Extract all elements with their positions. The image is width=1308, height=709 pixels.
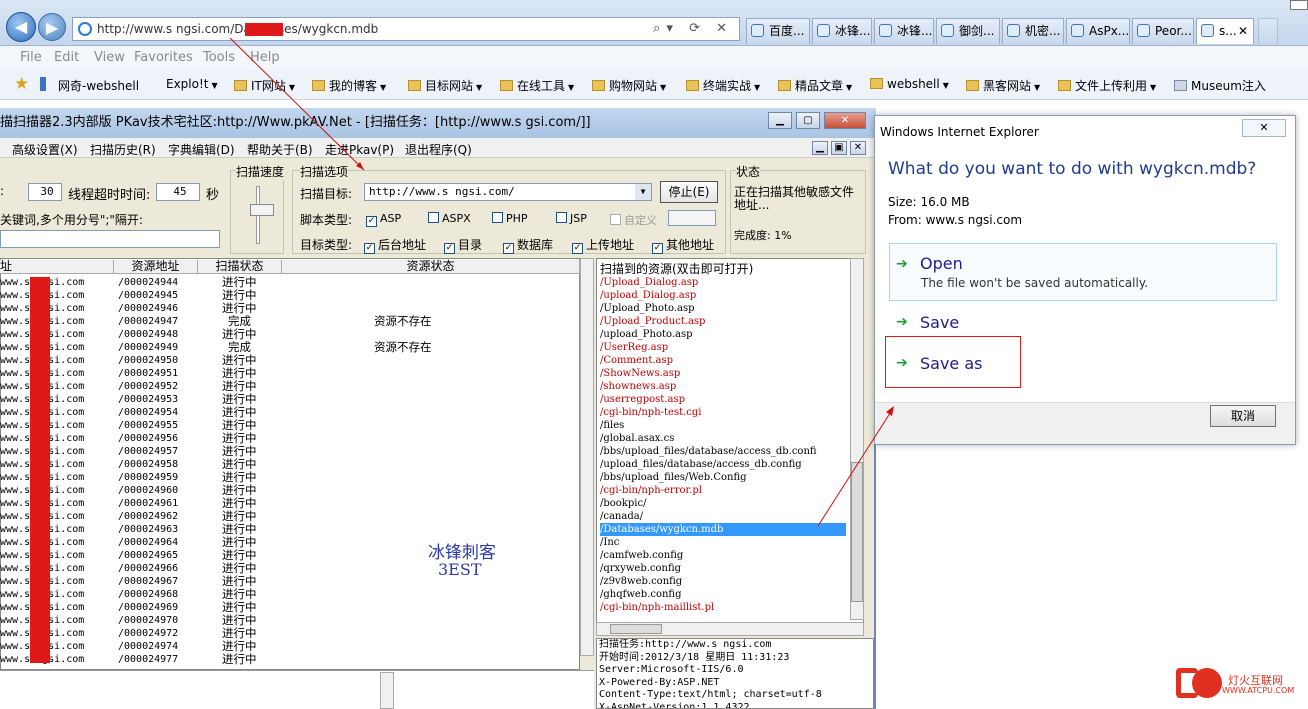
logo-circle bbox=[1192, 668, 1222, 698]
arrow-line bbox=[817, 409, 893, 527]
arrow-head bbox=[886, 406, 894, 416]
annotation-arrows bbox=[229, 37, 894, 527]
arrow-line bbox=[229, 37, 365, 171]
watermark-site-url: WWW.ATCPU.COM bbox=[1222, 686, 1295, 695]
